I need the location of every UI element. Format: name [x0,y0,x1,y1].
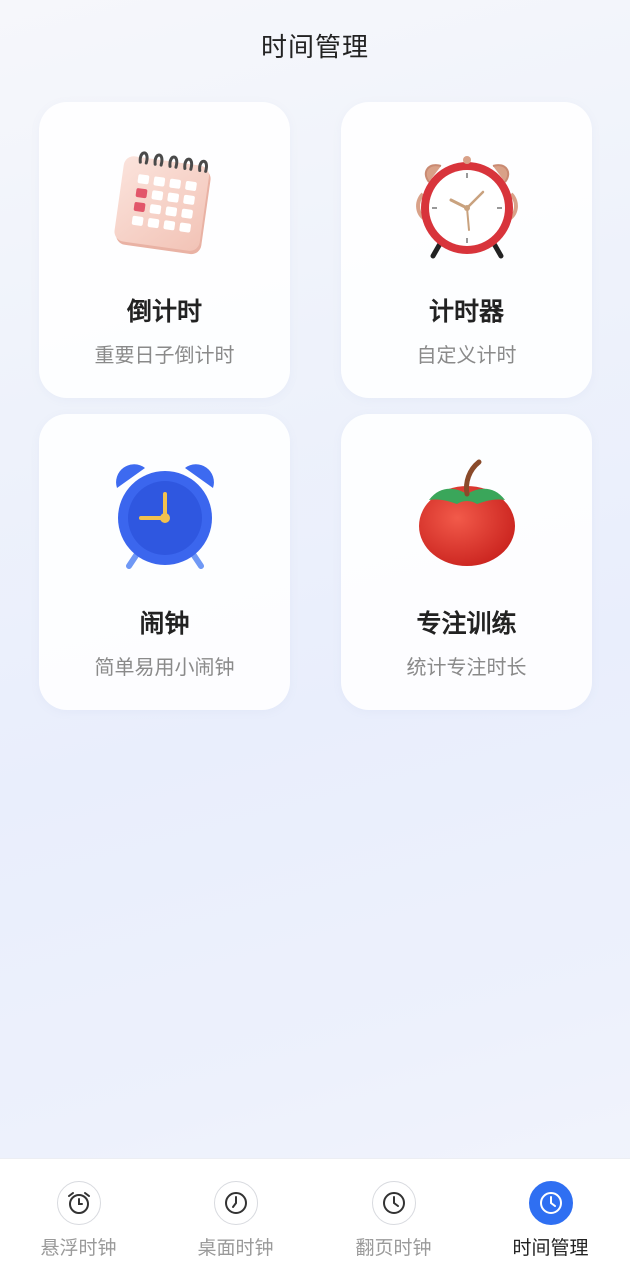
header: 时间管理 [0,0,630,90]
tab-floating-clock[interactable]: 悬浮时钟 [0,1159,157,1280]
card-title: 倒计时 [126,297,202,326]
clock-icon [528,1181,573,1225]
tab-time-management[interactable]: 时间管理 [472,1159,629,1280]
card-title: 计时器 [428,297,504,326]
bottom-tab-bar: 悬浮时钟 桌面时钟 翻页时钟 时间管理 [0,1158,630,1280]
tab-label: 桌面时钟 [197,1237,274,1259]
tab-label: 翻页时钟 [355,1237,432,1259]
calendar-icon [113,151,211,255]
countdown-card[interactable]: 倒计时 重要日子倒计时 [39,102,290,398]
alarm-clock-icon [56,1181,101,1225]
clock-icon [371,1181,416,1225]
focus-card[interactable]: 专注训练 统计专注时长 [341,414,592,710]
card-subtitle: 统计专注时长 [406,655,527,679]
tomato-icon [418,459,515,566]
card-title: 闹钟 [139,609,190,638]
card-subtitle: 重要日子倒计时 [94,343,235,367]
clock-icon [213,1181,258,1225]
page-title: 时间管理 [260,32,369,63]
tab-label: 悬浮时钟 [40,1237,117,1259]
card-subtitle: 简单易用小闹钟 [94,655,235,679]
alarm-card[interactable]: 闹钟 简单易用小闹钟 [39,414,290,710]
red-alarm-clock-icon [415,156,518,259]
tab-label: 时间管理 [512,1237,589,1259]
card-title: 专注训练 [416,609,517,638]
tab-flip-clock[interactable]: 翻页时钟 [315,1159,472,1280]
blue-alarm-clock-icon [115,464,214,569]
card-subtitle: 自定义计时 [416,343,517,367]
timer-card[interactable]: 计时器 自定义计时 [341,102,592,398]
tab-desktop-clock[interactable]: 桌面时钟 [157,1159,314,1280]
